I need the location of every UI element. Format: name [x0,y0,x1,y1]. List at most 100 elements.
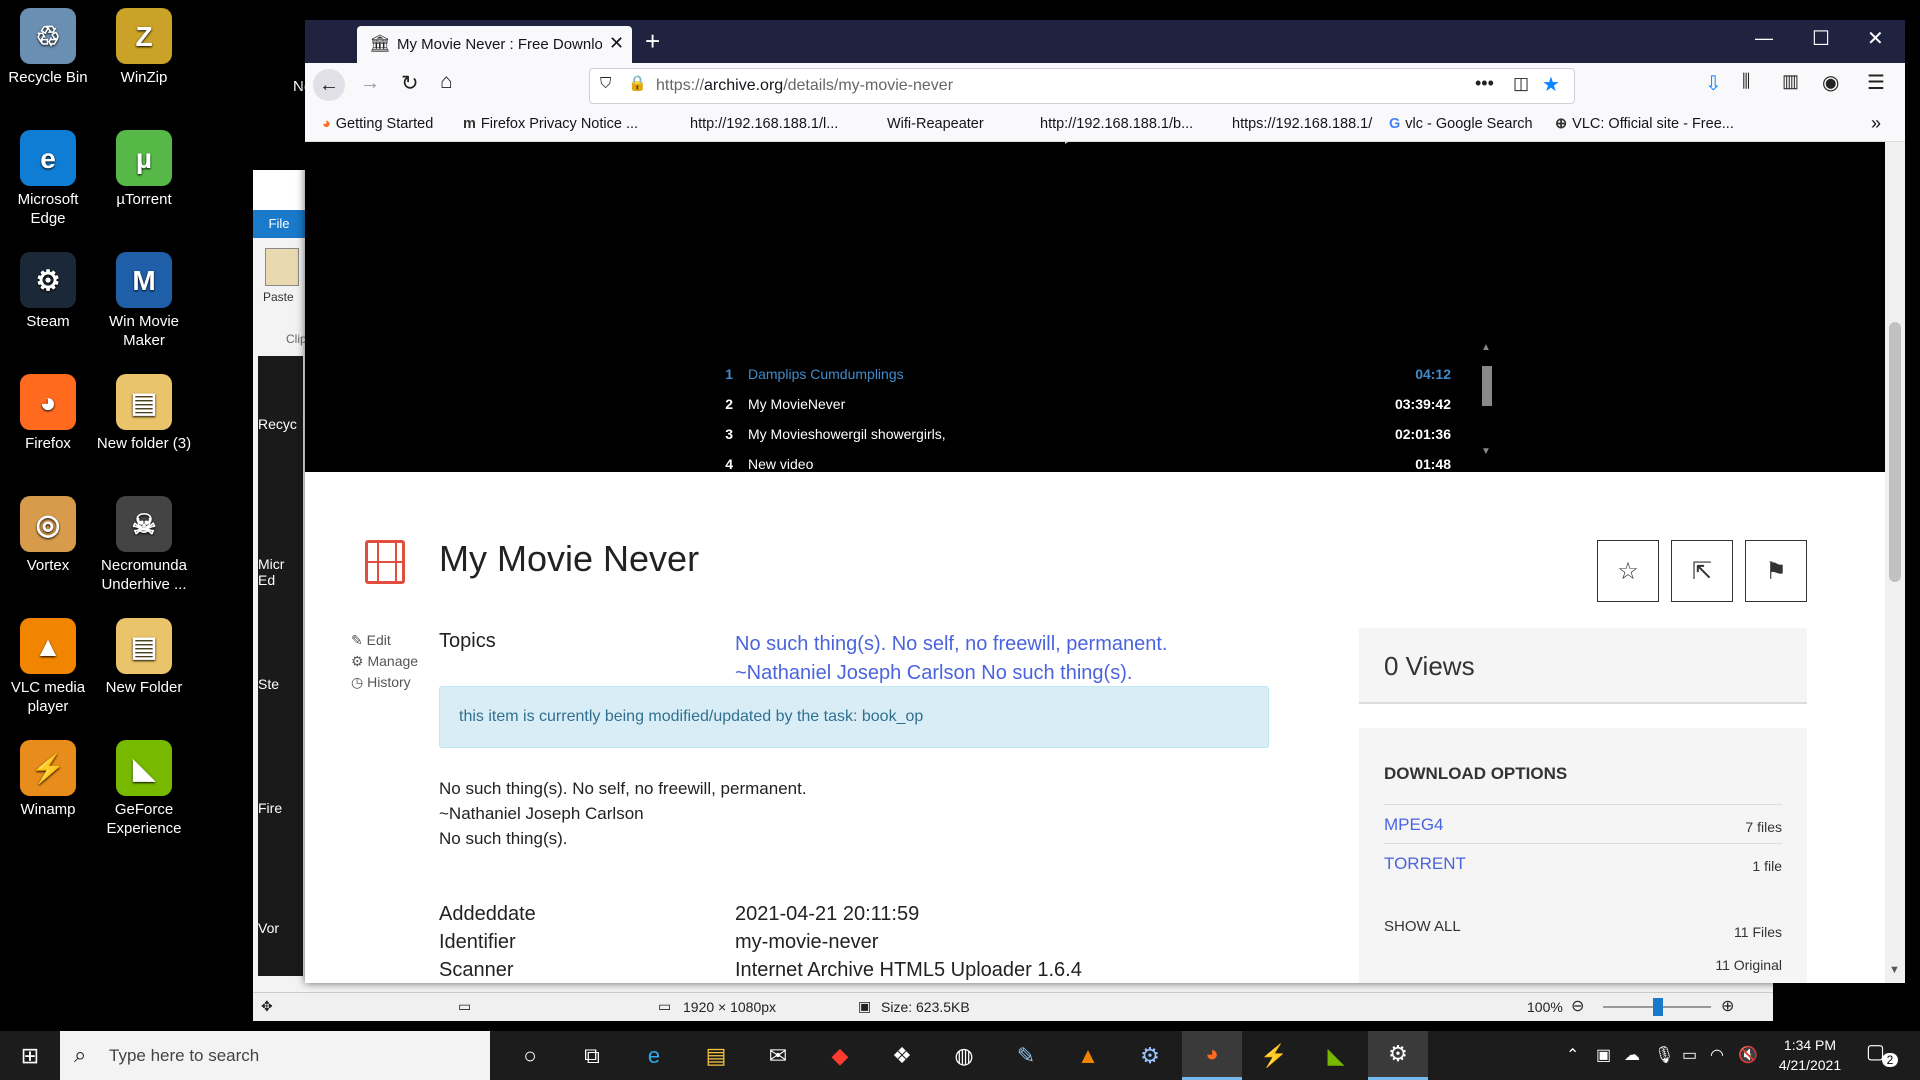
app-diamond-icon[interactable]: ◆ [810,1031,870,1080]
maximize-icon[interactable]: ☐ [1812,26,1830,51]
steam-active-icon[interactable]: ⚙ [1368,1031,1428,1080]
play-icon[interactable] [1065,142,1083,144]
bookmark-item[interactable]: m Firefox Privacy Notice ... [463,116,638,132]
page-scroll-thumb[interactable] [1889,322,1901,582]
favorite-button[interactable]: ☆ [1597,540,1659,602]
manage-link[interactable]: ⚙ Manage [351,651,418,672]
zoom-in-icon[interactable]: ⊕ [1721,996,1734,1016]
forward-icon[interactable]: → [360,72,380,95]
desktop-icon[interactable]: ◕ Firefox [0,374,96,453]
show-all-link[interactable]: SHOW ALL [1384,918,1461,935]
library-icon[interactable]: ⫼ [1742,71,1750,92]
bookmark-item[interactable]: http://192.168.188.1/l... [690,116,838,132]
home-icon[interactable]: ⌂ [440,70,453,94]
page-actions-icon[interactable]: ••• [1475,73,1494,94]
wifi-icon[interactable]: ◠ [1710,1045,1724,1065]
pocket-icon[interactable]: ◫ [1513,74,1529,94]
url-bar[interactable]: ⛉ 🔒 https://archive.org/details/my-movie… [589,68,1575,104]
notification-center[interactable]: ▢ 2 [1866,1039,1906,1073]
new-tab-icon[interactable]: + [645,26,660,57]
download-format[interactable]: TORRENT [1384,854,1466,874]
topic-link-1[interactable]: No such thing(s). No self [735,633,954,655]
share-button[interactable]: ⇱ [1671,540,1733,602]
desktop-icon[interactable]: M Win Movie Maker [96,252,192,350]
files-total[interactable]: 11 Files [1734,924,1782,940]
steam-icon[interactable]: ⚙ [1120,1031,1180,1080]
bookmark-item[interactable]: https://192.168.188.1/ [1232,116,1372,132]
scroll-down-icon[interactable]: ▼ [1481,446,1491,457]
topic-link-2[interactable]: no freewill [965,633,1055,655]
bookmark-item[interactable]: ◕ Getting Started [322,116,433,132]
files-original[interactable]: 11 Original [1715,957,1782,973]
start-button[interactable]: ⊞ [0,1031,60,1080]
desktop-icon[interactable]: ⚡ Winamp [0,740,96,819]
battery-icon[interactable]: ▭ [1682,1045,1697,1065]
paint-icon[interactable]: ✎ [996,1031,1056,1080]
downloads-icon[interactable]: ⇩ [1705,71,1722,96]
sidebar-icon[interactable]: ▥ [1782,71,1799,92]
download-option[interactable]: MPEG4 7 files [1384,804,1782,843]
geforce-icon[interactable]: ◣ [1306,1031,1366,1080]
desktop-icon[interactable]: Z WinZip [96,8,192,87]
tab-archive[interactable]: 🏛 My Movie Never : Free Downlo ✕ [357,26,632,63]
close-tab-icon[interactable]: ✕ [609,33,624,54]
desktop-icon[interactable]: e Microsoft Edge [0,130,96,228]
clipboard-icon[interactable] [265,248,299,286]
tray-meet-icon[interactable]: ▣ [1596,1045,1611,1065]
winamp-icon[interactable]: ⚡ [1244,1031,1304,1080]
desktop-icon[interactable]: ◣ GeForce Experience [96,740,192,838]
more-bookmarks-icon[interactable]: » [1871,113,1881,134]
edge-icon[interactable]: e [624,1031,684,1080]
flag-button[interactable]: ⚑ [1745,540,1807,602]
url-text[interactable]: https://archive.org/details/my-movie-nev… [656,77,953,95]
microphone-icon[interactable]: 🎙 [1654,1045,1674,1065]
scroll-up-icon[interactable]: ▲ [1481,342,1491,353]
vlc-icon[interactable]: ▲ [1058,1031,1118,1080]
desktop-icon[interactable]: ▤ New Folder [96,618,192,697]
desktop-icon[interactable]: ▲ VLC media player [0,618,96,716]
playlist-item[interactable]: 2 My MovieNever 03:39:42 [713,396,1493,424]
desktop-icon[interactable]: ♲ Recycle Bin [0,8,96,87]
topic-link-3[interactable]: permanent. [1066,633,1167,655]
paste-label[interactable]: Paste [263,290,294,304]
tracking-shield-icon[interactable]: ⛉ [600,75,611,92]
bookmark-item[interactable]: ⊕ VLC: Official site - Free... [1555,116,1734,132]
mail-icon[interactable]: ✉ [748,1031,808,1080]
download-format[interactable]: MPEG4 [1384,815,1444,835]
desktop-icon[interactable]: ⚙ Steam [0,252,96,331]
playlist-item[interactable]: 4 New video 01:48 [713,456,1493,484]
reload-icon[interactable]: ↻ [401,71,419,96]
app-circle-icon[interactable]: ◍ [934,1031,994,1080]
topic-link-4[interactable]: ~Nathaniel Joseph Carlson No such thing(… [735,659,1375,688]
desktop-icon[interactable]: µ µTorrent [96,130,192,209]
page-scroll-down-icon[interactable]: ▼ [1889,964,1900,976]
bookmark-item[interactable]: Wifi-Reapeater [887,116,984,132]
clock[interactable]: 1:34 PM 4/21/2021 [1762,1035,1858,1075]
history-link[interactable]: ◷ History [351,672,418,693]
menu-icon[interactable]: ☰ [1867,70,1885,95]
bookmark-item[interactable]: http://192.168.188.1/b... [1040,116,1193,132]
account-icon[interactable]: ◉ [1822,70,1839,95]
desktop-icon[interactable]: ☠ Necromunda Underhive ... [96,496,192,594]
volume-mute-icon[interactable]: 🔇 [1738,1045,1758,1065]
paint-file-tab[interactable]: File [253,210,305,238]
minimize-icon[interactable]: — [1755,28,1773,49]
timeline-icon[interactable]: ⧉ [562,1031,622,1080]
download-option[interactable]: TORRENT 1 file [1384,843,1782,882]
lock-icon[interactable]: 🔒 [628,74,647,92]
desktop-icon[interactable]: ◎ Vortex [0,496,96,575]
bookmark-star-icon[interactable]: ★ [1542,72,1560,97]
back-icon[interactable]: ← [313,69,345,101]
window-close-icon[interactable]: ✕ [1867,26,1884,51]
playlist-scroll-thumb[interactable] [1482,366,1492,406]
playlist-item[interactable]: 1 Damplips Cumdumplings 04:12 [713,366,1493,394]
playlist-scrollbar[interactable]: ▲ ▼ [1481,342,1493,457]
task-view-icon[interactable]: ○ [500,1031,560,1080]
zoom-slider-thumb[interactable] [1653,998,1663,1016]
edit-link[interactable]: ✎ Edit [351,630,418,651]
video-player[interactable]: 1 Damplips Cumdumplings 04:12 2 My MovieNeve… [305,142,1885,472]
zoom-out-icon[interactable]: ⊖ [1571,996,1584,1016]
dropbox-icon[interactable]: ❖ [872,1031,932,1080]
tray-chevron-icon[interactable]: ⌃ [1566,1045,1579,1065]
page-scrollbar[interactable]: ▼ [1885,142,1905,983]
